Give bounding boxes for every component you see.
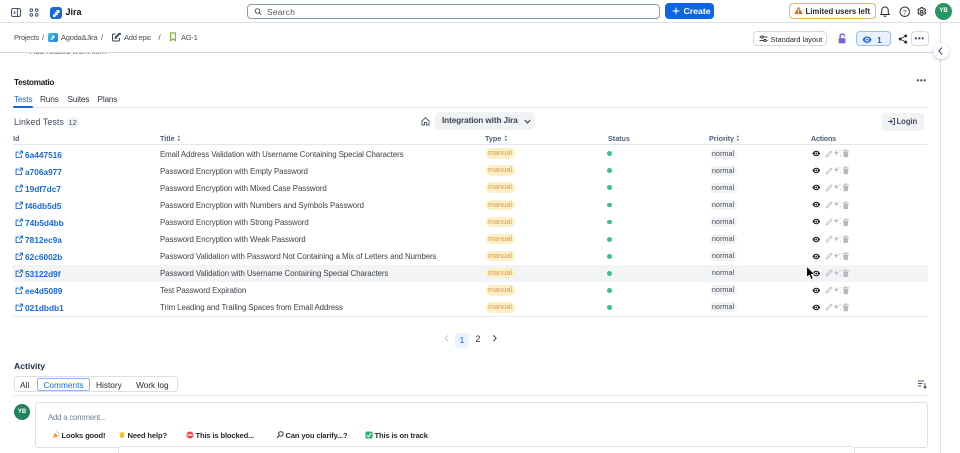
svg-text:?: ? <box>902 9 906 16</box>
